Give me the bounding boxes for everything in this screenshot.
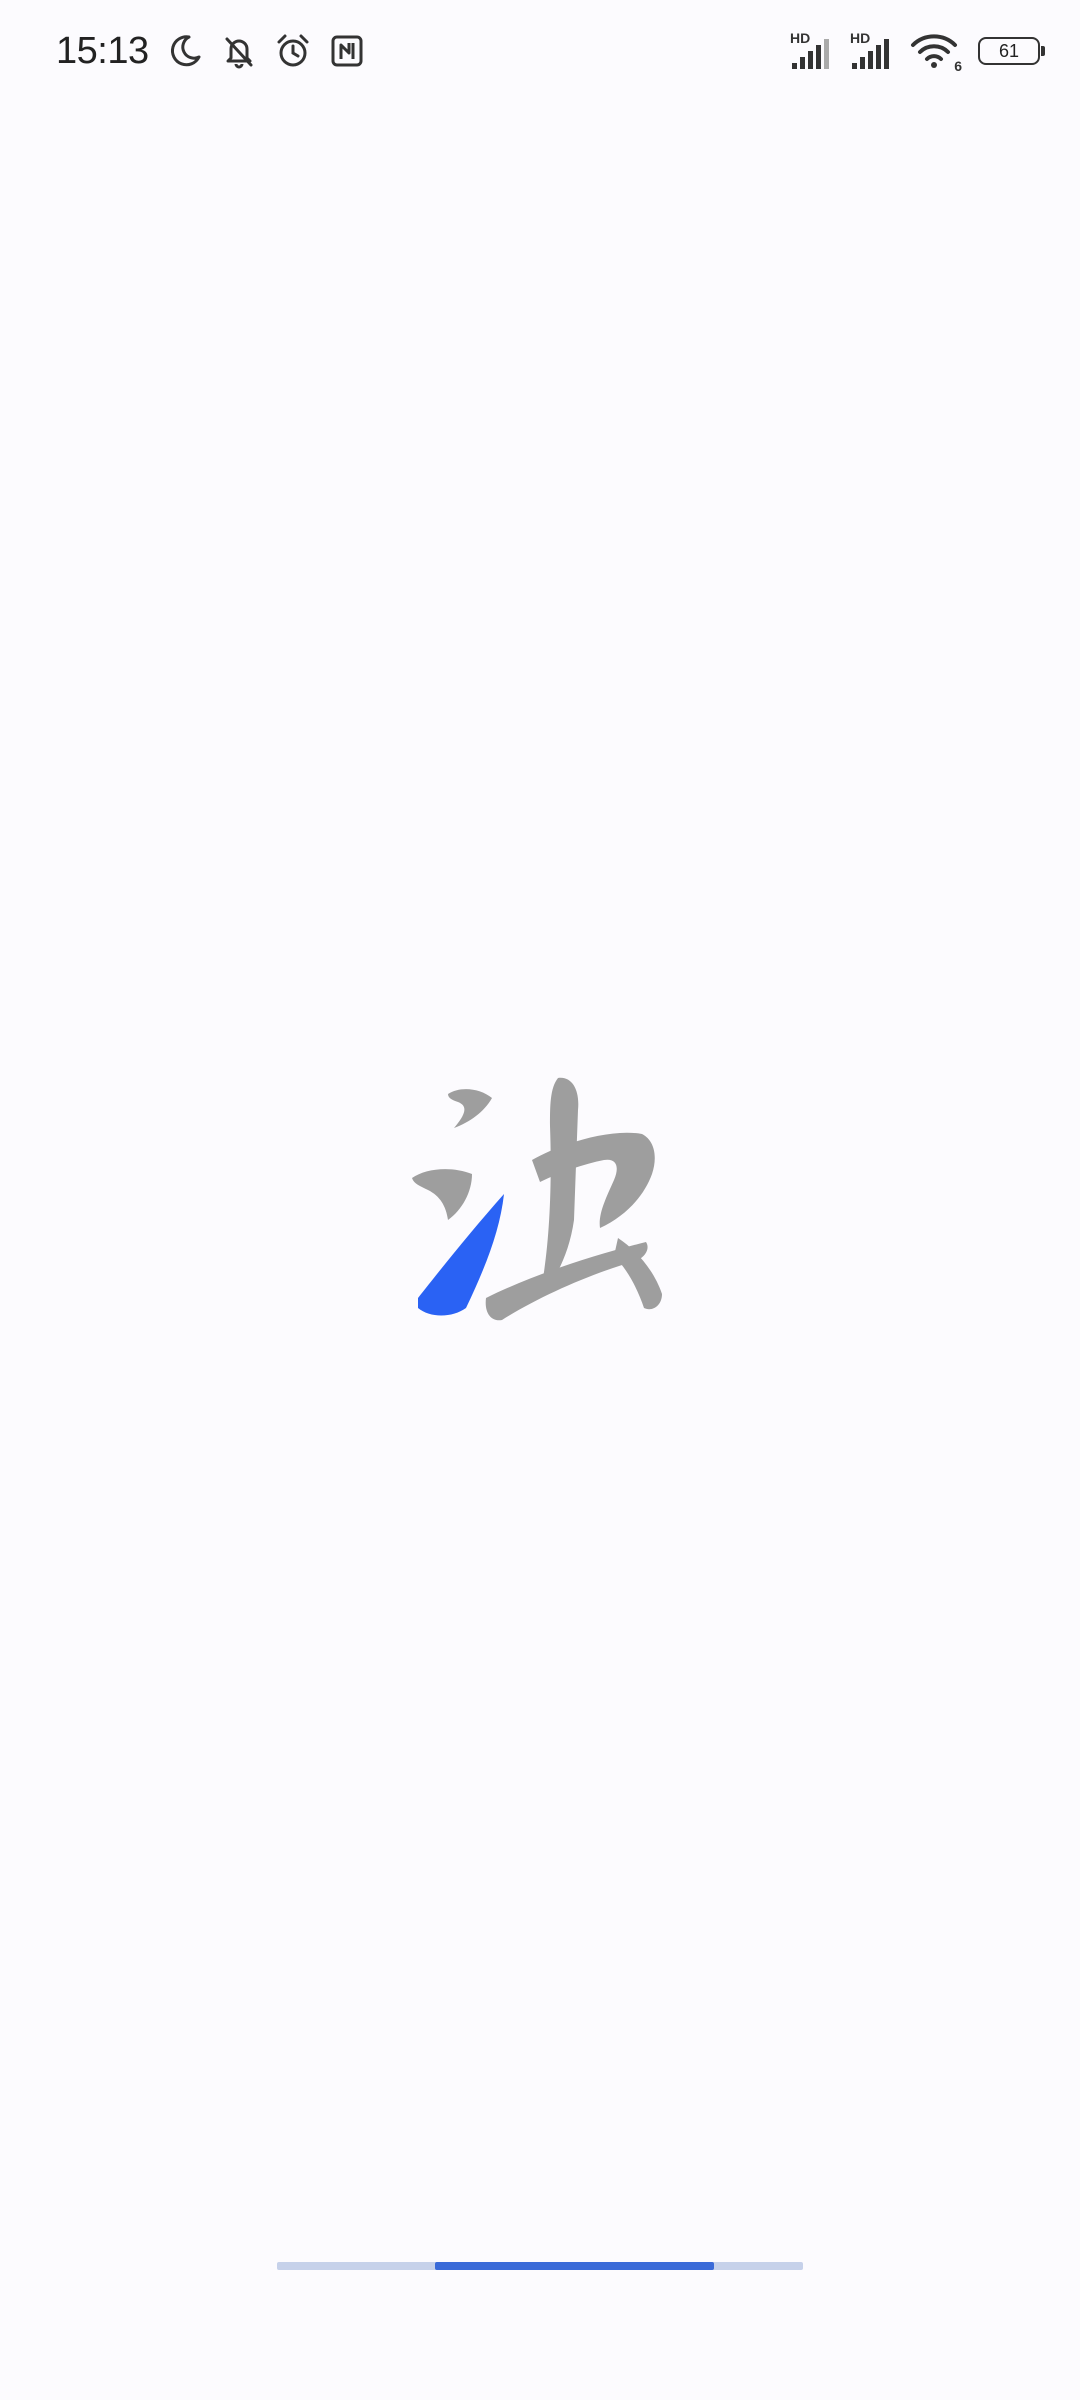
wifi-icon: 6 [908, 29, 962, 74]
logo-stroke-vertical [542, 1077, 579, 1284]
cellular-signal-1: HD [788, 29, 836, 73]
cellular-signal-2: HD [848, 29, 896, 73]
loading-progress-fill [434, 2262, 714, 2270]
signal-bars-icon [852, 39, 889, 69]
alarm-icon [271, 29, 315, 73]
loading-progress-track [277, 2262, 803, 2270]
battery-level: 61 [998, 41, 1020, 61]
battery-icon: 61 [978, 37, 1045, 65]
app-logo [412, 1077, 662, 1321]
wifi-6-badge: 6 [954, 58, 962, 74]
logo-stroke-dot-top [448, 1089, 492, 1128]
status-bar: 15:13 HD HD 6 61 [0, 0, 1080, 100]
nfc-icon [325, 29, 369, 73]
bell-off-icon [217, 29, 261, 73]
logo-stroke-dot-mid [412, 1169, 472, 1220]
clock: 15:13 [56, 29, 149, 72]
signal-bars-icon [792, 39, 829, 69]
status-left: 15:13 [56, 26, 369, 76]
status-right: HD HD 6 61 [788, 26, 1045, 76]
moon-icon [163, 29, 207, 73]
